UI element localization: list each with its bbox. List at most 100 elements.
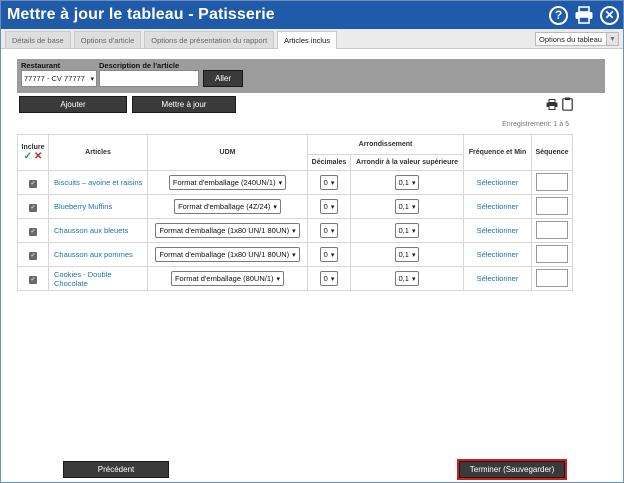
chevron-down-icon: ▾ (330, 179, 335, 187)
article-link[interactable]: Cookies - Double Chocolate (48, 266, 148, 291)
udm-select[interactable]: Format d'emballage (1x80 UN/1 80UN) ▾ (155, 223, 300, 238)
description-label: Description de l'article (99, 61, 180, 70)
decimals-select[interactable]: 0 ▾ (319, 271, 339, 286)
restaurant-select[interactable]: 77777 - CV 77777 ▾ (21, 70, 97, 87)
decimals-header: Décimales (307, 154, 351, 171)
table-row: ✓ Chausson aux bleuets Format d'emballag… (17, 218, 573, 243)
round-up-select[interactable]: 0,1 ▾ (394, 271, 420, 286)
tab-item-options[interactable]: Options d'article (73, 31, 142, 48)
round-up-select[interactable]: 0,1 ▾ (394, 247, 420, 262)
description-group: Description de l'article (99, 61, 199, 87)
frequency-link[interactable]: Sélectionner (463, 218, 532, 243)
include-toggle-icons: ✓ ✕ (18, 151, 48, 162)
close-icon[interactable]: ✕ (600, 5, 619, 25)
chevron-down-icon: ▾ (411, 227, 416, 235)
round-up-value: 0,1 (398, 250, 409, 259)
udm-header: UDM (147, 134, 308, 171)
help-icon[interactable]: ? (549, 5, 568, 25)
udm-value: Format d'emballage (4Z/24) (178, 202, 271, 211)
restaurant-group: Restaurant 77777 - CV 77777 ▾ (21, 61, 97, 87)
chevron-down-icon: ▾ (273, 203, 277, 211)
include-header: Inclure ✓ ✕ (17, 134, 49, 171)
title-bar: Mettre à jour le tableau - Patisserie ? … (1, 1, 623, 29)
article-link[interactable]: Chausson aux bleuets (48, 218, 148, 243)
chevron-down-icon: ▾ (330, 251, 335, 259)
udm-select[interactable]: Format d'emballage (240UN/1) ▾ (168, 175, 287, 190)
round-up-select[interactable]: 0,1 ▾ (394, 199, 420, 214)
update-table-window: Mettre à jour le tableau - Patisserie ? … (0, 0, 624, 483)
sequence-input[interactable] (536, 220, 568, 239)
chevron-down-icon: ▾ (276, 275, 281, 283)
chevron-down-icon: ▾ (411, 251, 416, 259)
chevron-down-icon: ▼ (606, 33, 618, 45)
frequency-link[interactable]: Sélectionner (463, 242, 532, 267)
article-link[interactable]: Biscuits – avoine et raisins (48, 170, 148, 195)
sequence-input[interactable] (536, 244, 568, 263)
print-icon[interactable] (546, 98, 558, 112)
uncheck-all-icon[interactable]: ✕ (34, 151, 42, 162)
round-up-select[interactable]: 0,1 ▾ (394, 223, 420, 238)
chevron-down-icon: ▾ (292, 251, 296, 259)
udm-select[interactable]: Format d'emballage (4Z/24) ▾ (174, 199, 281, 214)
include-checkbox[interactable]: ✓ (29, 251, 37, 260)
include-checkbox[interactable]: ✓ (29, 203, 37, 212)
round-up-select[interactable]: 0,1 ▾ (394, 175, 420, 190)
tab-bar: Détails de base Options d'article Option… (1, 29, 623, 49)
chevron-down-icon: ▾ (411, 179, 416, 187)
previous-button[interactable]: Précédent (63, 461, 169, 478)
sequence-input[interactable] (536, 268, 568, 287)
chevron-down-icon: ▾ (330, 203, 335, 211)
include-checkbox[interactable]: ✓ (29, 275, 37, 284)
description-input[interactable] (99, 70, 199, 87)
udm-value: Format d'emballage (1x80 UN/1 80UN) (159, 250, 290, 259)
update-button[interactable]: Mettre à jour (132, 96, 236, 113)
decimals-value: 0 (323, 178, 328, 187)
decimals-select[interactable]: 0 ▾ (319, 223, 339, 238)
include-header-label: Inclure (21, 143, 45, 151)
chevron-down-icon: ▾ (411, 275, 416, 283)
print-icon[interactable] (574, 5, 594, 25)
tab-report-presentation-options[interactable]: Options de présentation du rapport (144, 31, 275, 48)
items-table: Inclure ✓ ✕ Articles UDM Arrondissement F… (17, 134, 573, 291)
decimals-value: 0 (323, 202, 328, 211)
finish-save-button[interactable]: Terminer (Sauvegarder) (457, 459, 567, 480)
table-options-dropdown[interactable]: Options du tableau ▼ (535, 32, 619, 46)
tab-basic-details[interactable]: Détails de base (5, 31, 71, 48)
decimals-select[interactable]: 0 ▾ (319, 175, 339, 190)
udm-select[interactable]: Format d'emballage (80UN/1) ▾ (170, 271, 285, 286)
tab-included-items[interactable]: Articles inclus (277, 31, 338, 49)
decimals-select[interactable]: 0 ▾ (319, 199, 339, 214)
decimals-value: 0 (323, 274, 328, 283)
sequence-input[interactable] (536, 172, 568, 191)
frequency-link[interactable]: Sélectionner (463, 170, 532, 195)
decimals-select[interactable]: 0 ▾ (319, 247, 339, 262)
sequence-header: Séquence (531, 134, 573, 171)
round-up-value: 0,1 (398, 226, 409, 235)
chevron-down-icon: ▾ (330, 275, 335, 283)
udm-value: Format d'emballage (240UN/1) (172, 178, 276, 187)
round-up-value: 0,1 (398, 178, 409, 187)
udm-select[interactable]: Format d'emballage (1x80 UN/1 80UN) ▾ (155, 247, 300, 262)
go-button[interactable]: Aller (203, 70, 243, 87)
check-all-icon[interactable]: ✓ (24, 151, 32, 162)
frequency-link[interactable]: Sélectionner (463, 266, 532, 291)
table-row: ✓ Biscuits – avoine et raisins Format d'… (17, 170, 573, 195)
include-checkbox[interactable]: ✓ (29, 179, 37, 188)
clipboard-icon[interactable] (562, 97, 573, 113)
grid-tools (546, 97, 573, 113)
table-row: ✓ Blueberry Muffins Format d'emballage (… (17, 194, 573, 219)
chevron-down-icon: ▾ (90, 75, 94, 83)
table-options-label: Options du tableau (539, 34, 602, 44)
article-link[interactable]: Chausson aux pommes (48, 242, 148, 267)
frequency-link[interactable]: Sélectionner (463, 194, 532, 219)
sequence-input[interactable] (536, 196, 568, 215)
title-bar-actions: ? ✕ (549, 5, 619, 25)
article-link[interactable]: Blueberry Muffins (48, 194, 148, 219)
include-checkbox[interactable]: ✓ (29, 227, 37, 236)
restaurant-label: Restaurant (21, 61, 61, 70)
table-row: ✓ Chausson aux pommes Format d'emballage… (17, 242, 573, 267)
table-row: ✓ Cookies - Double Chocolate Format d'em… (17, 266, 573, 291)
add-button[interactable]: Ajouter (19, 96, 127, 113)
chevron-down-icon: ▾ (330, 227, 335, 235)
frequency-header: Fréquence et Min (463, 134, 532, 171)
